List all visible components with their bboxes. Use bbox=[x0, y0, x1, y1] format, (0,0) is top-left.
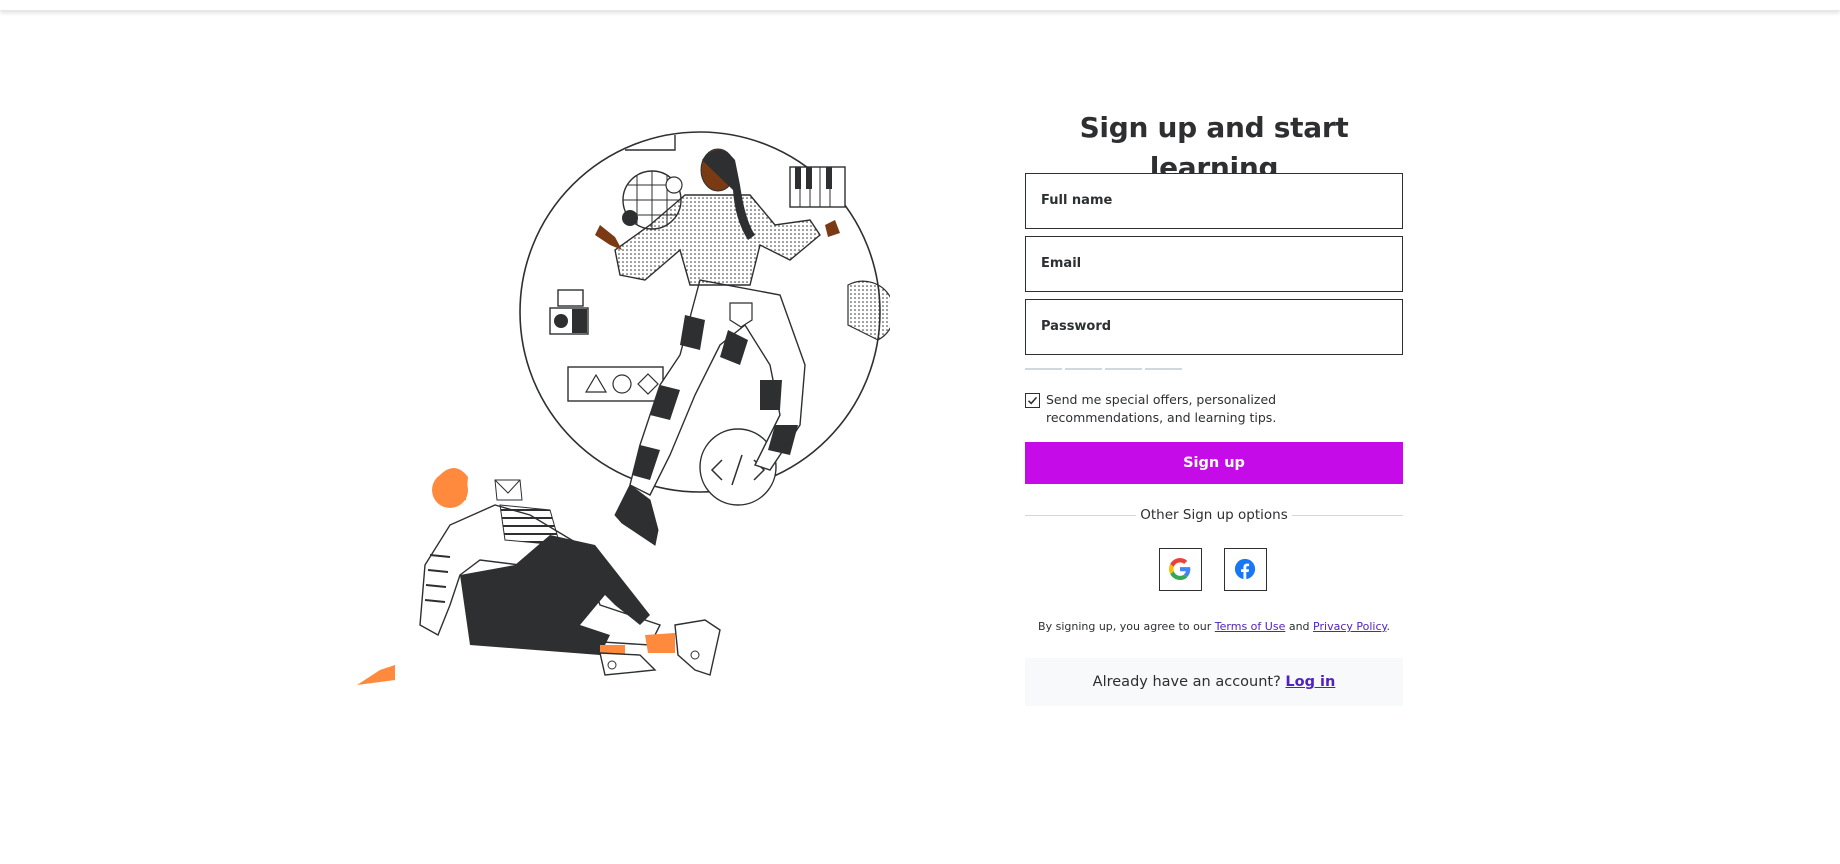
email-label: Email bbox=[1041, 256, 1082, 271]
legal-notice: By signing up, you agree to our Terms of… bbox=[1025, 620, 1403, 633]
signup-button[interactable]: Sign up bbox=[1025, 442, 1403, 484]
legal-suffix: . bbox=[1386, 620, 1390, 633]
privacy-policy-link[interactable]: Privacy Policy bbox=[1313, 620, 1386, 633]
legal-prefix: By signing up, you agree to our bbox=[1038, 620, 1212, 633]
password-label: Password bbox=[1041, 319, 1112, 334]
top-bar bbox=[0, 0, 1840, 11]
full-name-label: Full name bbox=[1041, 193, 1113, 208]
other-options-divider: Other Sign up options bbox=[1025, 505, 1403, 525]
page-title: Sign up and start learning bbox=[1079, 111, 1349, 184]
signup-form: Sign up and start learning Full name Ema… bbox=[1025, 108, 1403, 706]
checkmark-icon bbox=[1027, 396, 1038, 405]
strength-segment bbox=[1105, 368, 1142, 370]
password-field[interactable]: Password bbox=[1025, 299, 1403, 355]
facebook-signup-button[interactable] bbox=[1224, 548, 1267, 591]
google-icon bbox=[1169, 558, 1191, 580]
password-strength-meter bbox=[1025, 368, 1185, 371]
offers-checkbox-label: Send me special offers, personalized rec… bbox=[1046, 392, 1277, 425]
login-prompt: Already have an account? bbox=[1092, 674, 1281, 690]
email-field[interactable]: Email bbox=[1025, 236, 1403, 292]
strength-segment bbox=[1145, 368, 1182, 370]
strength-segment bbox=[1065, 368, 1102, 370]
signup-illustration bbox=[357, 131, 890, 685]
strength-segment bbox=[1025, 368, 1062, 370]
offers-checkbox[interactable] bbox=[1025, 393, 1040, 408]
google-signup-button[interactable] bbox=[1159, 548, 1202, 591]
legal-and: and bbox=[1288, 620, 1310, 633]
login-link[interactable]: Log in bbox=[1285, 674, 1335, 690]
login-prompt-box: Already have an account? Log in bbox=[1025, 658, 1403, 706]
facebook-icon bbox=[1234, 558, 1256, 580]
full-name-field[interactable]: Full name bbox=[1025, 173, 1403, 229]
other-options-text: Other Sign up options bbox=[1136, 507, 1292, 523]
terms-of-use-link[interactable]: Terms of Use bbox=[1215, 620, 1286, 633]
